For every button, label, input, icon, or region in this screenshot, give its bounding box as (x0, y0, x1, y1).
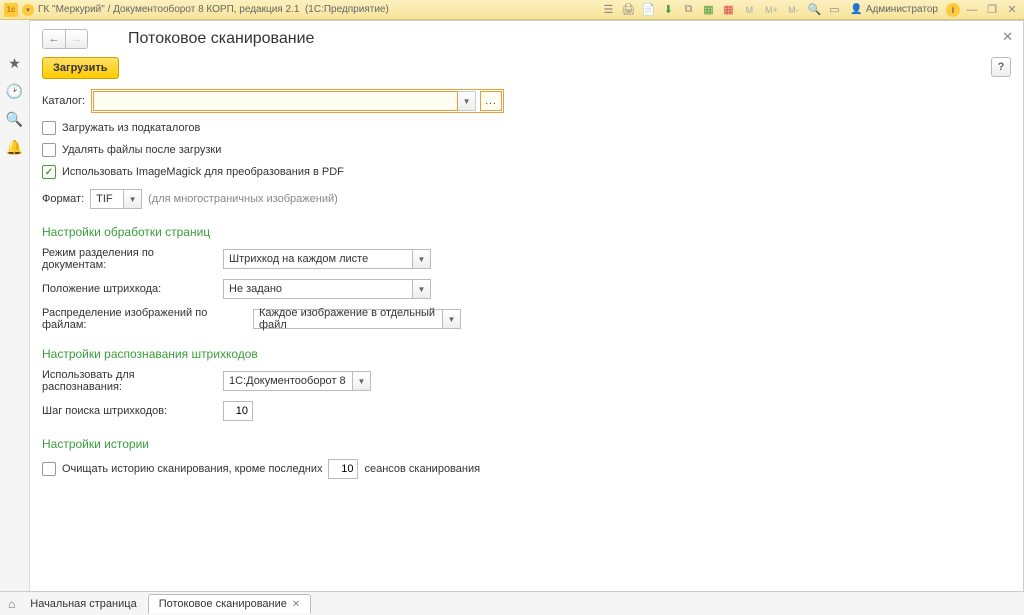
split-mode-dropdown[interactable]: ▼ (413, 249, 431, 269)
m-plus-button[interactable]: M+ (762, 5, 780, 15)
history-icon[interactable]: 🕑 (6, 82, 24, 100)
main-area: ← → Потоковое сканирование ✕ Загрузить ?… (30, 20, 1024, 591)
date-icon[interactable]: ▦ (720, 2, 736, 18)
main-header: ← → Потоковое сканирование ✕ (30, 21, 1023, 53)
delete-after-row: Удалять файлы после загрузки (42, 143, 1011, 157)
catalog-browse[interactable]: ... (480, 91, 502, 111)
tab-close-icon[interactable]: ✕ (292, 599, 300, 610)
notifications-icon[interactable]: 🔔 (6, 138, 24, 156)
distribution-dropdown[interactable]: ▼ (443, 309, 461, 329)
format-dropdown[interactable]: ▼ (124, 189, 142, 209)
delete-after-label: Удалять файлы после загрузки (62, 144, 221, 156)
calendar-icon[interactable]: ▦ (700, 2, 716, 18)
window-titlebar: 1c ▾ ГК "Меркурий" / Документооборот 8 К… (0, 0, 1024, 20)
step-input[interactable] (223, 401, 253, 421)
step-label: Шаг поиска штрихкодов: (42, 405, 217, 417)
compare-icon[interactable]: ⧉ (680, 2, 696, 18)
engine-select[interactable]: 1С:Документооборот 8 (223, 371, 353, 391)
barcode-pos-label: Положение штрихкода: (42, 283, 217, 295)
search-rail-icon[interactable]: 🔍 (6, 110, 24, 128)
close-page-icon[interactable]: ✕ (1002, 29, 1013, 45)
print-icon[interactable]: 🖨 (620, 2, 636, 18)
user-icon: 👤 (850, 4, 862, 15)
clear-history-label: Очищать историю сканирования, кроме посл… (62, 463, 322, 475)
history-section-title: Настройки истории (42, 437, 1011, 451)
nav-back[interactable]: ← (43, 30, 65, 48)
subfolders-row: Загружать из подкаталогов (42, 121, 1011, 135)
subfolders-checkbox[interactable] (42, 121, 56, 135)
m-minus-button[interactable]: M- (784, 5, 802, 15)
tab-home[interactable]: Начальная страница (19, 594, 147, 614)
tab-current[interactable]: Потоковое сканирование ✕ (148, 594, 312, 614)
pages-section-title: Настройки обработки страниц (42, 225, 1011, 239)
split-mode-label: Режим разделения по документам: (42, 247, 217, 271)
load-button[interactable]: Загрузить (42, 57, 119, 79)
content: Загрузить ? Каталог: ▼ ... Загружать из … (30, 53, 1023, 483)
format-select[interactable]: TIF (90, 189, 124, 209)
imagemagick-label: Использовать ImageMagick для преобразова… (62, 166, 344, 178)
engine-label: Использовать для распознавания: (42, 369, 217, 393)
catalog-label: Каталог: (42, 95, 85, 107)
window-close[interactable]: ✕ (1004, 2, 1020, 18)
save-icon[interactable]: ⬇ (660, 2, 676, 18)
catalog-dropdown[interactable]: ▼ (458, 91, 476, 111)
window-restore[interactable]: ❐ (984, 2, 1000, 18)
barcode-pos-select[interactable]: Не задано (223, 279, 413, 299)
catalog-row: Каталог: ▼ ... (42, 89, 1011, 113)
app-logo: 1c (4, 3, 18, 17)
engine-dropdown[interactable]: ▼ (353, 371, 371, 391)
barcode-section-title: Настройки распознавания штрихкодов (42, 347, 1011, 361)
imagemagick-checkbox[interactable]: ✓ (42, 165, 56, 179)
history-count-input[interactable] (328, 459, 358, 479)
bottom-tabs: ⌂ Начальная страница Потоковое сканирова… (0, 591, 1024, 615)
apps-icon[interactable] (6, 26, 24, 44)
split-mode-select[interactable]: Штрихкод на каждом листе (223, 249, 413, 269)
panel-icon[interactable]: ▭ (826, 2, 842, 18)
left-rail: ★ 🕑 🔍 🔔 (0, 20, 30, 591)
app-menu-dropdown[interactable]: ▾ (22, 4, 34, 16)
page-title: Потоковое сканирование (128, 30, 314, 48)
nav-buttons: ← → (42, 29, 88, 49)
m-button[interactable]: M (740, 5, 758, 15)
distribution-select[interactable]: Каждое изображение в отдельный файл (253, 309, 443, 329)
delete-after-checkbox[interactable] (42, 143, 56, 157)
format-hint: (для многостраничных изображений) (148, 193, 338, 205)
favorites-icon[interactable]: ★ (6, 54, 24, 72)
format-row: Формат: TIF ▼ (для многостраничных изобр… (42, 189, 1011, 209)
clear-history-suffix: сеансов сканирования (364, 463, 480, 475)
catalog-input[interactable] (93, 91, 458, 111)
window-minimize[interactable]: — (964, 2, 980, 18)
format-label: Формат: (42, 193, 84, 205)
home-icon[interactable]: ⌂ (8, 597, 15, 611)
toolbar-icon[interactable]: ☰ (600, 2, 616, 18)
clear-history-checkbox[interactable] (42, 462, 56, 476)
window-title: ГК "Меркурий" / Документооборот 8 КОРП, … (38, 4, 389, 15)
search-icon[interactable]: 🔍 (806, 2, 822, 18)
distribution-label: Распределение изображений по файлам: (42, 307, 247, 331)
user-label[interactable]: 👤 Администратор (846, 4, 942, 15)
info-icon[interactable]: i (946, 3, 960, 17)
document-icon[interactable]: 📄 (640, 2, 656, 18)
help-button[interactable]: ? (991, 57, 1011, 77)
barcode-pos-dropdown[interactable]: ▼ (413, 279, 431, 299)
imagemagick-row: ✓ Использовать ImageMagick для преобразо… (42, 165, 1011, 179)
nav-forward[interactable]: → (65, 30, 87, 48)
subfolders-label: Загружать из подкаталогов (62, 122, 200, 134)
